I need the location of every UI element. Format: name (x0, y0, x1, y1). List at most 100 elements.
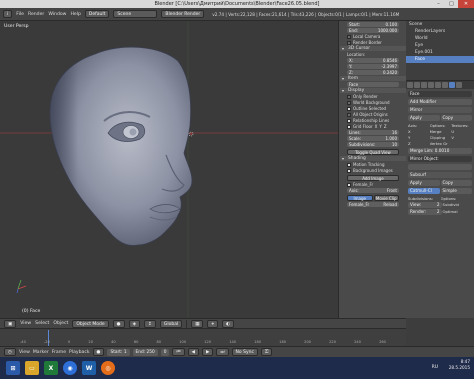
menu-view-timeline[interactable]: View (19, 350, 30, 355)
outline-selected-toggle[interactable]: Outline Selected (347, 106, 406, 111)
maximize-button[interactable]: □ (445, 0, 458, 8)
file-explorer-icon[interactable]: ▭ (25, 361, 39, 375)
sync-select[interactable]: No Sync (231, 348, 258, 356)
mirror-modifier-header[interactable]: Mirror (408, 107, 472, 113)
bg-axis-field[interactable]: Axis: Front (347, 188, 399, 193)
menu-frame[interactable]: Frame (52, 350, 66, 355)
scene-tab-icon[interactable] (421, 82, 427, 88)
mirror-axis-x[interactable]: X (408, 129, 429, 134)
3d-viewport[interactable]: User Persp (0) Face (0, 21, 338, 318)
outliner-item-face[interactable]: Face (406, 56, 474, 63)
jump-start-icon[interactable]: ⏮ (172, 348, 185, 356)
shading-select-icon[interactable]: ● (112, 319, 125, 328)
keying-set-icon[interactable]: ⚿ (260, 348, 273, 356)
mirror-object-field[interactable] (408, 164, 472, 170)
current-frame-field[interactable]: 0 (160, 348, 170, 356)
only-render-toggle[interactable]: Only Render (347, 94, 406, 99)
play-reverse-icon[interactable]: ◀ (187, 348, 200, 356)
background-image-item[interactable]: Female_Fr (347, 182, 406, 187)
constraints-tab-icon[interactable] (442, 82, 448, 88)
menu-marker[interactable]: Marker (33, 350, 49, 355)
scene-select[interactable]: Scene (113, 10, 158, 18)
subsurf-uvs-toggle[interactable]: Subdivid (443, 202, 473, 208)
cursor-y-field[interactable]: Y: -2.3997 (347, 64, 399, 69)
menu-file[interactable]: File (16, 12, 24, 17)
play-icon[interactable]: ▶ (202, 348, 214, 356)
object-tab-icon[interactable] (435, 82, 441, 88)
menu-help[interactable]: Help (70, 12, 80, 17)
editor-type-icon[interactable]: i (3, 10, 13, 18)
snap-icon[interactable]: ⌖ (207, 319, 219, 328)
catmull-clark-button[interactable]: Catmull-Cl (408, 188, 440, 194)
mirror-copy-button[interactable]: Copy (440, 115, 472, 121)
cursor-x-field[interactable]: X: 0.8546 (347, 58, 399, 63)
mirror-clipping-toggle[interactable]: Clipping (430, 135, 451, 140)
mode-select[interactable]: Object Mode (72, 319, 109, 328)
movie-clip-source-button[interactable]: Movie Clip (373, 195, 399, 201)
outliner-item-eye-001[interactable]: Eye.001 (406, 49, 474, 56)
toggle-quad-view-button[interactable]: Toggle Quad View (347, 149, 399, 155)
relationship-lines-toggle[interactable]: Relationship Lines (347, 118, 406, 123)
start-frame-field[interactable]: Start: 1 (107, 348, 130, 356)
menu-select[interactable]: Select (35, 321, 49, 326)
editor-type-timeline-icon[interactable]: ◷ (4, 348, 16, 356)
grid-subdivisions-field[interactable]: Subdivisions: 10 (347, 142, 399, 147)
excel-icon[interactable]: X (44, 361, 58, 375)
mirror-vertex-groups-toggle[interactable]: Vertex Gr (430, 141, 451, 146)
simple-button[interactable]: Simple (440, 188, 472, 194)
mirror-axis-y[interactable]: Y (408, 135, 429, 140)
chrome-icon[interactable]: ◉ (63, 361, 77, 375)
word-icon[interactable]: W (82, 361, 96, 375)
blender-icon[interactable]: ◎ (101, 361, 115, 375)
subsurf-view-field[interactable]: View: 2 (408, 202, 442, 208)
menu-object[interactable]: Object (53, 321, 68, 326)
clip-start-field[interactable]: Start: 0.100 (347, 22, 399, 27)
grid-scale-field[interactable]: Scale: 1.000 (347, 136, 399, 141)
windows-start-icon[interactable]: ⊞ (6, 361, 20, 375)
editor-type-3d-icon[interactable]: ▣ (4, 319, 17, 328)
minimize-button[interactable]: – (432, 0, 445, 8)
menu-playback[interactable]: Playback (69, 350, 90, 355)
add-image-button[interactable]: Add Image (347, 175, 399, 181)
outliner-item-world[interactable]: World (406, 35, 474, 42)
outliner-item-eye[interactable]: Eye (406, 42, 474, 49)
bg-image-reload-field[interactable]: Female_Fr Reload (347, 202, 399, 207)
all-object-origins-toggle[interactable]: All Object Origins (347, 112, 406, 117)
render-engine-select[interactable]: Blender Render (161, 10, 205, 18)
menu-render[interactable]: Render (28, 12, 44, 17)
outliner-item-scene[interactable]: Scene (406, 21, 474, 28)
motion-tracking-toggle[interactable]: Motion Tracking (347, 162, 406, 167)
end-frame-field[interactable]: End: 250 (132, 348, 158, 356)
render-border-toggle[interactable]: Render Border (347, 40, 406, 45)
mirror-u-toggle[interactable]: U (451, 129, 472, 134)
mirror-merge-toggle[interactable]: Merge (430, 129, 451, 134)
manipulator-icon[interactable]: ↕ (144, 319, 156, 328)
subsurf-render-field[interactable]: Render: 2 (408, 209, 442, 215)
system-clock[interactable]: 8:47 28.5.2015 (449, 359, 470, 371)
add-modifier-button[interactable]: Add Modifier (408, 99, 472, 105)
grid-floor-toggle[interactable]: Grid Floor X Y Z (347, 124, 406, 129)
mirror-v-toggle[interactable]: V (451, 135, 472, 140)
background-images-toggle[interactable]: Background Images (347, 168, 406, 173)
menu-window[interactable]: Window (48, 12, 66, 17)
panel-display[interactable]: Display (340, 88, 406, 93)
clip-end-field[interactable]: End: 1000.000 (347, 28, 399, 33)
grid-lines-field[interactable]: Lines: 16 (347, 130, 399, 135)
mirror-merge-limit-field[interactable]: Merge Lim: 0.0010 (408, 148, 472, 154)
orientation-select[interactable]: Global (159, 319, 183, 328)
mirror-apply-button[interactable]: Apply (408, 115, 440, 121)
render-preview-icon[interactable]: ◐ (222, 319, 234, 328)
cursor-z-field[interactable]: Z: 0.2420 (347, 70, 399, 75)
record-icon[interactable]: ● (92, 348, 105, 356)
language-indicator[interactable]: RU (432, 365, 438, 370)
render-tab-icon[interactable] (407, 82, 413, 88)
world-background-toggle[interactable]: World Background (347, 100, 406, 105)
panel-shading[interactable]: Shading (340, 156, 406, 161)
layers-tab-icon[interactable] (414, 82, 420, 88)
menu-view[interactable]: View (20, 321, 31, 326)
item-name-field[interactable]: Face (347, 82, 399, 87)
mirror-axis-z[interactable]: Z (408, 141, 429, 146)
local-camera-toggle[interactable]: Local Camera (347, 34, 406, 39)
close-button[interactable]: ✕ (458, 0, 474, 8)
layers-icon[interactable]: ▦ (191, 319, 204, 328)
